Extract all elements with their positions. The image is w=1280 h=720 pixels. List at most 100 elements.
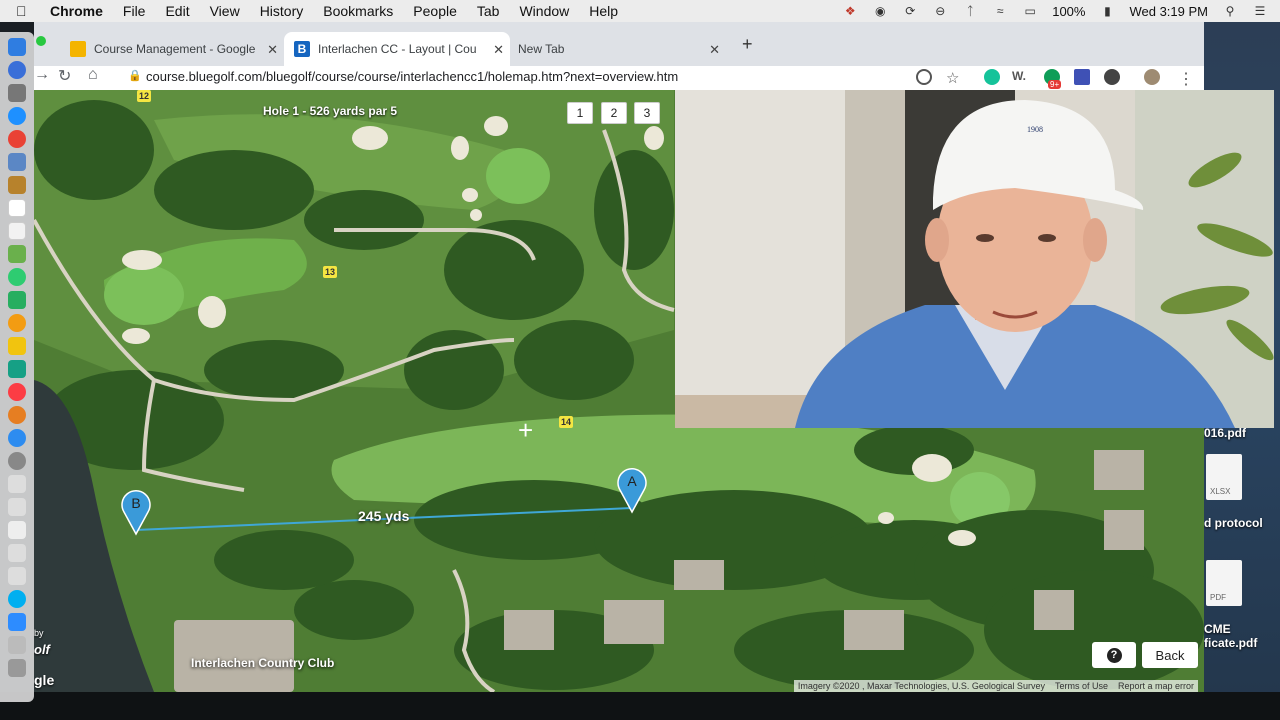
home-icon[interactable]: ⌂ (88, 66, 98, 84)
numbers-icon[interactable] (8, 360, 26, 378)
notes-icon[interactable] (8, 222, 26, 240)
menu-history[interactable]: History (260, 3, 304, 19)
reload-icon[interactable]: ↻ (58, 66, 71, 86)
desktop-pdf-file-icon[interactable]: PDF (1206, 560, 1242, 606)
finder-icon[interactable] (8, 38, 26, 56)
hole-marker-14[interactable]: 14 (559, 416, 573, 428)
help-button[interactable]: ? (1092, 642, 1136, 668)
address-bar[interactable]: course.bluegolf.com/bluegolf/course/cour… (146, 69, 678, 84)
maps-icon[interactable] (8, 245, 26, 263)
desktop-xlsx-file-icon[interactable]: XLSX (1206, 454, 1242, 500)
wifi-icon[interactable]: ≈ (992, 4, 1008, 18)
menu-tab[interactable]: Tab (477, 3, 500, 19)
back-button[interactable]: Back (1142, 642, 1198, 668)
hole-marker-13[interactable]: 13 (323, 266, 337, 278)
pages-icon[interactable] (8, 337, 26, 355)
skype-icon[interactable] (8, 590, 26, 608)
close-tab-icon[interactable]: ✕ (493, 42, 504, 58)
menu-help[interactable]: Help (589, 3, 618, 19)
close-tab-icon[interactable]: ✕ (267, 42, 278, 58)
url-path: /bluegolf/course/course/interlachencc1/h… (262, 69, 679, 84)
file-type-label: PDF (1210, 593, 1226, 602)
tab-label: Interlachen CC - Layout | Cou (318, 42, 477, 56)
battery-percent: 100% (1052, 3, 1086, 19)
clock[interactable]: Wed 3:19 PM (1129, 4, 1208, 19)
help-icon: ? (1106, 647, 1122, 663)
desktop-file-label[interactable]: d protocol (1204, 516, 1280, 530)
calendar-icon[interactable] (8, 199, 26, 217)
chrome-icon[interactable] (8, 130, 26, 148)
window-zoom-button[interactable] (36, 36, 46, 46)
new-tab-icon[interactable]: + (742, 34, 753, 55)
photos-icon[interactable] (8, 314, 26, 332)
globe-icon[interactable]: ◉ (872, 4, 888, 18)
siri-icon[interactable] (8, 61, 26, 79)
preview-icon[interactable] (8, 521, 26, 539)
dock (0, 32, 34, 702)
location-icon[interactable] (916, 69, 932, 85)
graduation-cap-icon[interactable] (1074, 69, 1090, 85)
hole-marker-12[interactable]: 12 (137, 90, 151, 102)
launchpad-icon[interactable] (8, 84, 26, 102)
hole-3-button[interactable]: 3 (634, 102, 660, 124)
url-host: course.bluegolf.com (146, 69, 263, 84)
close-tab-icon[interactable]: ✕ (709, 42, 720, 58)
do-not-disturb-icon[interactable]: ⊖ (932, 4, 948, 18)
contacts-icon[interactable] (8, 176, 26, 194)
menu-edit[interactable]: Edit (165, 3, 189, 19)
trash-icon[interactable] (8, 659, 26, 677)
mail-icon[interactable] (8, 153, 26, 171)
sync-icon[interactable]: ⟳ (902, 4, 918, 18)
tab-new-tab[interactable]: New Tab ✕ (510, 32, 726, 66)
menu-app-name[interactable]: Chrome (50, 3, 103, 19)
tab-course-management[interactable]: Course Management - Google ✕ (58, 32, 284, 66)
lock-icon[interactable]: 🔒 (128, 69, 142, 82)
spotlight-search-icon[interactable]: ⚲ (1222, 4, 1238, 18)
powered-by-text: by (34, 628, 44, 638)
webcam-video-overlay: 1908 (675, 90, 1274, 428)
bluetooth-icon[interactable]: ᛏ (962, 4, 978, 18)
battery-icon[interactable]: ▮ (1099, 4, 1115, 18)
terms-of-use-link[interactable]: Terms of Use (1055, 681, 1108, 691)
facetime-icon[interactable] (8, 291, 26, 309)
desktop-file-label[interactable]: 016.pdf (1204, 426, 1280, 440)
extension-icon[interactable] (1104, 69, 1120, 85)
report-map-error-link[interactable]: Report a map error (1118, 681, 1194, 691)
hole-1-button[interactable]: 1 (567, 102, 593, 124)
desktop-file-label[interactable]: CME (1204, 622, 1280, 636)
menu-view[interactable]: View (210, 3, 240, 19)
app-store-icon[interactable] (8, 429, 26, 447)
notification-center-icon[interactable]: ☰ (1252, 4, 1268, 18)
google-logo-text: gle (34, 672, 55, 688)
zoom-icon[interactable] (8, 613, 26, 631)
hole-2-button[interactable]: 2 (601, 102, 627, 124)
status-area: ❖ ◉ ⟳ ⊖ ᛏ ≈ ▭ 100% ▮ Wed 3:19 PM ⚲ ☰ (842, 0, 1268, 22)
unknown-app-icon[interactable] (8, 567, 26, 585)
dropbox-icon[interactable]: ❖ (842, 4, 858, 18)
svg-text:B: B (131, 495, 140, 511)
tab-strip: Course Management - Google ✕ B Interlach… (34, 22, 1204, 66)
desktop-file-label[interactable]: ficate.pdf (1204, 636, 1280, 650)
tab-interlachen-layout[interactable]: B Interlachen CC - Layout | Cou ✕ (284, 32, 510, 66)
apple-icon[interactable]:  (16, 3, 36, 19)
menu-file[interactable]: File (123, 3, 146, 19)
unknown-app-icon[interactable] (8, 544, 26, 562)
forward-icon[interactable]: → (34, 66, 50, 84)
music-icon[interactable] (8, 383, 26, 401)
unknown-app-icon[interactable] (8, 636, 26, 654)
books-icon[interactable] (8, 406, 26, 424)
unknown-app-icon[interactable] (8, 475, 26, 493)
messages-icon[interactable] (8, 268, 26, 286)
airplay-icon[interactable]: ▭ (1022, 4, 1038, 18)
unknown-app-icon[interactable] (8, 498, 26, 516)
menu-bookmarks[interactable]: Bookmarks (323, 3, 393, 19)
wikipedia-icon[interactable]: W. (1012, 69, 1028, 85)
menu-kebab-icon[interactable]: ⋮ (1178, 69, 1194, 88)
system-preferences-icon[interactable] (8, 452, 26, 470)
menu-window[interactable]: Window (519, 3, 569, 19)
grammarly-icon[interactable] (984, 69, 1000, 85)
menu-people[interactable]: People (413, 3, 457, 19)
profile-avatar[interactable] (1144, 69, 1160, 85)
safari-icon[interactable] (8, 107, 26, 125)
bookmark-star-icon[interactable]: ☆ (946, 69, 962, 87)
